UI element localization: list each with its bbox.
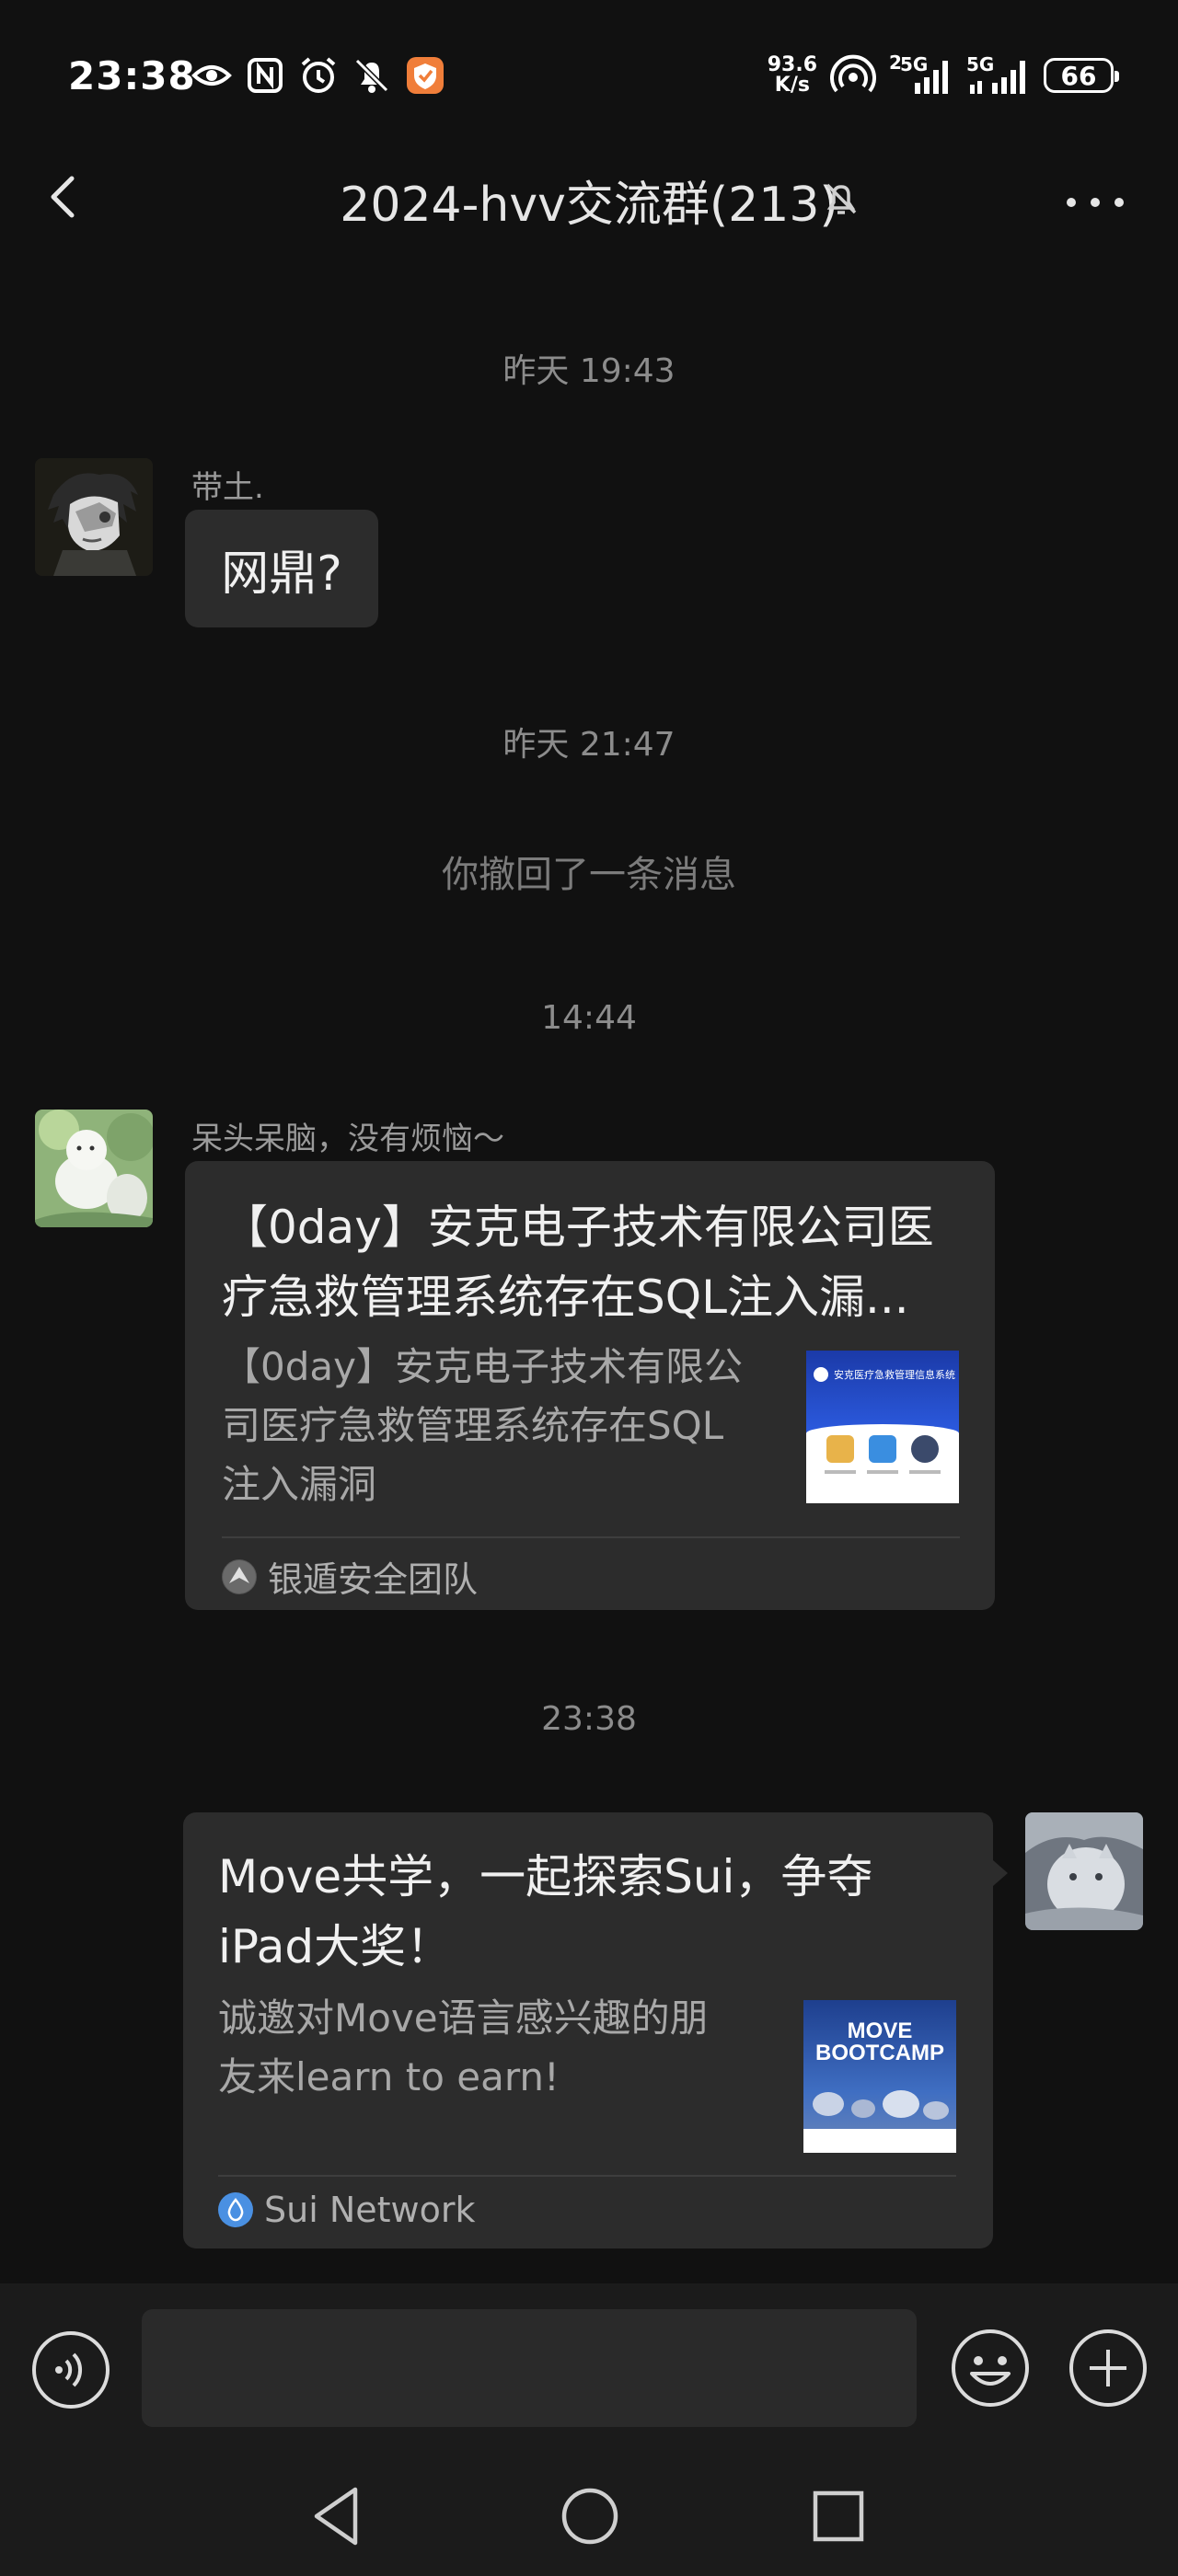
time-separator: 昨天 21:47 bbox=[502, 726, 676, 764]
emoji-button[interactable] bbox=[950, 2328, 1031, 2409]
card-divider bbox=[222, 1536, 960, 1538]
plus-icon bbox=[1069, 2329, 1147, 2407]
bell-off-icon bbox=[352, 55, 392, 96]
card-title-line: Move共学，一起探索Sui，争夺 bbox=[218, 1850, 873, 1903]
message-input[interactable] bbox=[142, 2309, 917, 2427]
nfc-icon bbox=[245, 55, 285, 96]
nav-recent-icon bbox=[813, 2490, 864, 2542]
voice-icon bbox=[32, 2331, 110, 2409]
bubble-tail bbox=[993, 1860, 1008, 1886]
more-button[interactable] bbox=[1058, 180, 1132, 224]
source-logo-icon bbox=[222, 1558, 257, 1594]
net-speed-unit: K/s bbox=[774, 74, 810, 97]
card-title-line: 疗急救管理系统存在SQL注入漏... bbox=[222, 1271, 909, 1324]
time-separator: 23:38 bbox=[541, 1700, 637, 1738]
nav-home-button[interactable] bbox=[556, 2482, 624, 2550]
card-source: Sui Network bbox=[218, 2190, 476, 2230]
avatar[interactable] bbox=[35, 1110, 153, 1227]
card-desc-line: 司医疗急救管理系统存在SQL bbox=[222, 1403, 724, 1448]
alarm-icon bbox=[298, 55, 339, 96]
card-description: 诚邀对Move语言感兴趣的朋 友来learn to earn! bbox=[218, 1989, 770, 2107]
signal-icon: 5G bbox=[966, 53, 1031, 96]
card-thumbnail: MOVE BOOTCAMP bbox=[803, 2000, 956, 2153]
avatar[interactable] bbox=[35, 458, 153, 576]
card-source: 银遁安全团队 bbox=[222, 1551, 478, 1602]
card-desc-line: 注入漏洞 bbox=[222, 1462, 377, 1507]
card-description: 【0day】安克电子技术有限公 司医疗急救管理系统存在SQL 注入漏洞 bbox=[222, 1338, 774, 1514]
thumb-line: BOOTCAMP bbox=[815, 2041, 944, 2065]
nav-back-button[interactable] bbox=[304, 2482, 372, 2550]
status-time: 23:38 bbox=[68, 53, 196, 98]
card-title-line: 【0day】安克电子技术有限公司医 bbox=[222, 1201, 934, 1254]
message-text: 网鼎? bbox=[221, 546, 342, 602]
shared-article-card[interactable]: Move共学，一起探索Sui，争夺 iPad大奖！ 诚邀对Move语言感兴趣的朋… bbox=[183, 1812, 993, 2248]
card-title-line: iPad大奖！ bbox=[218, 1920, 453, 1973]
battery-level: 66 bbox=[1060, 60, 1097, 91]
message-bubble[interactable]: 网鼎? bbox=[185, 510, 378, 627]
shared-article-card[interactable]: 【0day】安克电子技术有限公司医 疗急救管理系统存在SQL注入漏... 【0d… bbox=[185, 1161, 995, 1610]
mute-bell-icon bbox=[821, 178, 861, 219]
recall-notice: 你撤回了一条消息 bbox=[442, 854, 736, 896]
card-desc-line: 【0day】安克电子技术有限公 bbox=[222, 1344, 743, 1389]
thumb-line: MOVE bbox=[847, 2018, 913, 2043]
net-speed: 93.6 K/s bbox=[768, 55, 817, 96]
sender-name: 带土. bbox=[191, 469, 264, 506]
source-name: Sui Network bbox=[264, 2190, 476, 2230]
time-separator: 昨天 19:43 bbox=[502, 352, 676, 390]
card-desc-line: 友来learn to earn! bbox=[218, 2054, 560, 2099]
card-title: Move共学，一起探索Sui，争夺 iPad大奖！ bbox=[218, 1842, 973, 1982]
avatar[interactable] bbox=[1025, 1812, 1143, 1930]
chat-title: 2024-hvv交流群(213) bbox=[340, 178, 838, 233]
status-icons-left bbox=[191, 55, 445, 96]
battery-indicator: 66 bbox=[1044, 58, 1119, 93]
more-options-button[interactable] bbox=[1068, 2328, 1149, 2409]
card-desc-line: 诚邀对Move语言感兴趣的朋 bbox=[218, 1995, 709, 2041]
source-name: 银遁安全团队 bbox=[268, 1559, 479, 1600]
card-thumbnail: 安克医疗急救管理信息系统 bbox=[806, 1351, 959, 1503]
sender-name: 呆头呆脑，没有烦恼～ bbox=[191, 1121, 504, 1157]
card-divider bbox=[218, 2175, 956, 2177]
app-shield-icon bbox=[405, 55, 445, 96]
emoji-icon bbox=[952, 2329, 1029, 2407]
nav-back-icon bbox=[314, 2487, 358, 2546]
hotspot-icon bbox=[830, 53, 876, 98]
sui-logo-icon bbox=[218, 2192, 253, 2227]
nav-home-icon bbox=[561, 2488, 618, 2545]
eye-icon bbox=[191, 55, 232, 96]
status-icons-right: 93.6 K/s 2 5G 5G 66 bbox=[768, 52, 1119, 98]
net-speed-value: 93.6 bbox=[767, 53, 817, 76]
thumb-title: 安克医疗急救管理信息系统 bbox=[834, 1369, 955, 1381]
nav-recent-button[interactable] bbox=[806, 2484, 871, 2548]
card-title: 【0day】安克电子技术有限公司医 疗急救管理系统存在SQL注入漏... bbox=[222, 1192, 976, 1332]
more-dots-icon bbox=[1067, 198, 1124, 207]
voice-button[interactable] bbox=[31, 2330, 110, 2409]
time-separator: 14:44 bbox=[541, 999, 637, 1037]
signal-icon: 2 5G bbox=[889, 52, 953, 96]
